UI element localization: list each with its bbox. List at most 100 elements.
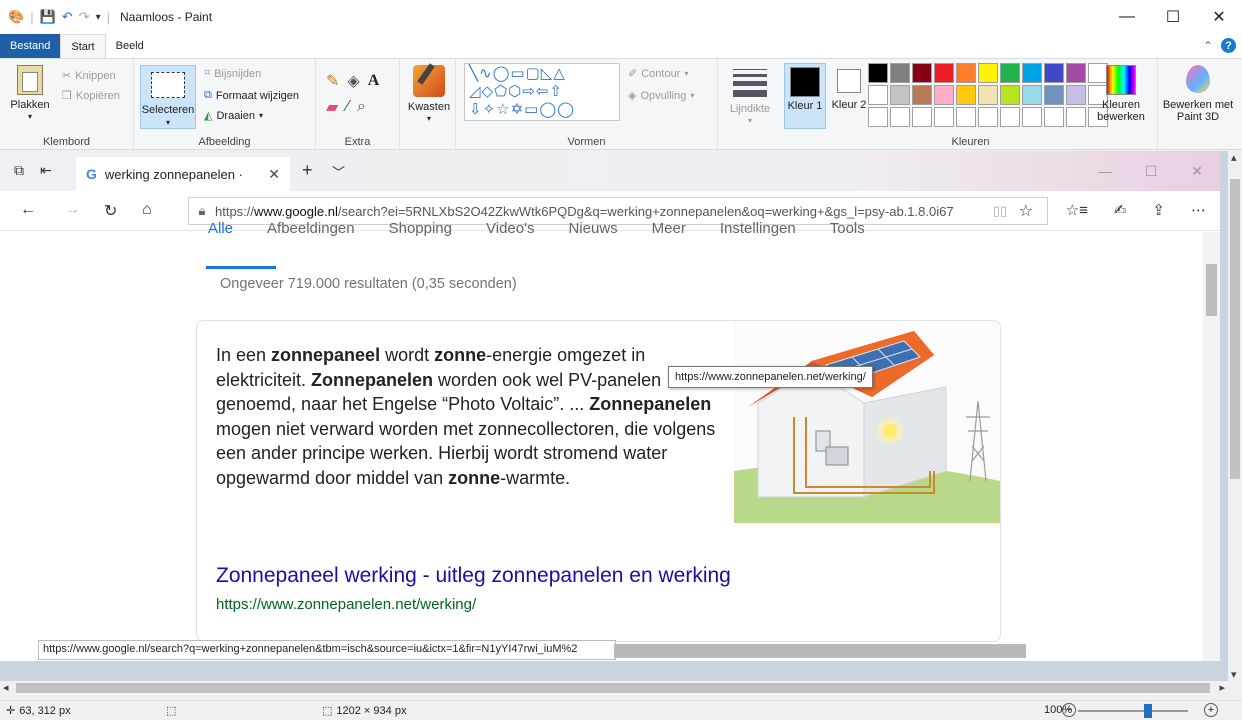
selection-size-icon: ⬚: [166, 705, 177, 717]
crop-button[interactable]: ⌗ Bijsnijden: [204, 67, 261, 80]
palette-swatch[interactable]: [868, 63, 888, 83]
edge-tab: G werking zonnepanelen · ✕: [76, 157, 290, 191]
link-tooltip: https://www.zonnepanelen.net/werking/: [668, 366, 873, 388]
palette-swatch[interactable]: [956, 63, 976, 83]
favorite-star-icon: ☆: [1018, 203, 1033, 220]
undo-icon[interactable]: ↶: [62, 9, 73, 25]
save-icon[interactable]: 💾: [40, 9, 56, 25]
cursor-position-text: 63, 312 px: [19, 704, 71, 717]
custom-color-slot[interactable]: [1044, 107, 1064, 127]
zoom-slider-thumb[interactable]: [1144, 704, 1152, 718]
vertical-scrollbar-thumb[interactable]: [1230, 179, 1240, 479]
edit-colors-button[interactable]: Kleuren bewerken: [1092, 65, 1150, 123]
palette-swatch[interactable]: [934, 85, 954, 105]
palette-swatch[interactable]: [1044, 85, 1064, 105]
paint3d-button[interactable]: Bewerken met Paint 3D: [1160, 65, 1236, 123]
search-tab: Video's: [486, 220, 535, 237]
color2-button[interactable]: Kleur 2: [828, 63, 870, 129]
custom-color-slot[interactable]: [890, 107, 910, 127]
cut-button[interactable]: ✂ Knippen: [62, 69, 116, 83]
custom-color-slot[interactable]: [956, 107, 976, 127]
pencil-icon[interactable]: ✎: [326, 71, 339, 91]
edit-colors-label: Kleuren bewerken: [1097, 99, 1145, 123]
custom-color-slot[interactable]: [1066, 107, 1086, 127]
fill-icon[interactable]: ◈: [347, 71, 359, 91]
color-picker-icon[interactable]: ⁄: [346, 98, 349, 116]
palette-swatch[interactable]: [1000, 85, 1020, 105]
custom-color-slot[interactable]: [868, 107, 888, 127]
tab-start[interactable]: Start: [60, 34, 106, 58]
pasted-image[interactable]: ⧉ ⇤ G werking zonnepanelen · ✕ + ﹀ — ☐ ✕…: [0, 151, 1220, 661]
palette-swatch[interactable]: [1066, 85, 1086, 105]
size-button[interactable]: Lijndikte ▾: [722, 65, 778, 127]
palette-swatch[interactable]: [1022, 63, 1042, 83]
palette-swatch[interactable]: [1066, 63, 1086, 83]
palette-swatch[interactable]: [978, 63, 998, 83]
palette-swatch[interactable]: [1022, 85, 1042, 105]
custom-color-slot[interactable]: [912, 107, 932, 127]
fill-shape-button[interactable]: ◈ Opvulling ▾: [628, 89, 694, 103]
canvas-horizontal-scrollbar[interactable]: ◂ ▸: [0, 681, 1228, 695]
horizontal-scrollbar-thumb[interactable]: [16, 683, 1210, 693]
zoom-out-icon[interactable]: −: [1062, 703, 1076, 717]
canvas-vertical-scrollbar[interactable]: ▴ ▾: [1228, 151, 1242, 681]
palette-swatch[interactable]: [912, 63, 932, 83]
rotate-button[interactable]: ◭ Draaien ▾: [204, 109, 263, 123]
ribbon-right-controls: ⌃ ?: [1203, 38, 1236, 53]
image-size-icon: ⬚: [322, 705, 333, 717]
magnifier-icon[interactable]: ⌕: [357, 98, 366, 116]
palette-swatch[interactable]: [890, 63, 910, 83]
palette-swatch[interactable]: [912, 85, 932, 105]
color1-button[interactable]: Kleur 1: [784, 63, 826, 129]
redo-icon[interactable]: ↷: [79, 9, 90, 25]
palette-swatch[interactable]: [1044, 63, 1064, 83]
canvas-area[interactable]: ⧉ ⇤ G werking zonnepanelen · ✕ + ﹀ — ☐ ✕…: [0, 151, 1228, 681]
zoom-in-icon[interactable]: +: [1204, 703, 1218, 717]
rainbow-icon: [1106, 65, 1136, 95]
text-icon[interactable]: A: [368, 72, 380, 90]
search-tab: Meer: [651, 220, 686, 237]
resize-button[interactable]: ⧉ Formaat wijzigen: [204, 89, 299, 102]
customize-toolbar-icon[interactable]: ▾: [96, 12, 101, 23]
select-label: Selecteren: [141, 104, 195, 116]
selection-size: ⬚: [166, 704, 176, 717]
collapse-ribbon-icon[interactable]: ⌃: [1203, 39, 1213, 53]
tab-list-icon: ⧉: [14, 162, 24, 178]
scroll-down-icon[interactable]: ▾: [1231, 668, 1237, 681]
paste-icon: [17, 65, 43, 95]
custom-color-slot[interactable]: [934, 107, 954, 127]
palette-swatch[interactable]: [1000, 63, 1020, 83]
select-button[interactable]: Selecteren ▾: [140, 65, 196, 129]
separator: |: [106, 9, 110, 25]
scroll-right-icon[interactable]: ▸: [1219, 681, 1225, 694]
outline-button[interactable]: ✐ Contour ▾: [628, 67, 688, 81]
tab-file[interactable]: Bestand: [0, 34, 61, 58]
scroll-left-icon[interactable]: ◂: [3, 681, 9, 694]
paste-button[interactable]: Plakken ▾: [8, 65, 52, 123]
rotate-label: Draaien: [216, 109, 255, 122]
palette-swatch[interactable]: [956, 85, 976, 105]
custom-color-slot[interactable]: [1000, 107, 1020, 127]
crop-icon: ⌗: [204, 67, 211, 79]
palette-swatch[interactable]: [868, 85, 888, 105]
custom-color-slot[interactable]: [978, 107, 998, 127]
brushes-button[interactable]: Kwasten ▾: [406, 63, 452, 125]
help-icon[interactable]: ?: [1221, 38, 1236, 53]
custom-color-slot[interactable]: [1022, 107, 1042, 127]
minimize-button[interactable]: —: [1104, 0, 1150, 34]
shapes-gallery[interactable]: ╲∿◯▭▢◺△ ◿◇⬠⬡⇨⇦⇧ ⇩✧☆✡▭◯◯: [464, 63, 620, 121]
palette-swatch[interactable]: [890, 85, 910, 105]
zoom-slider-track[interactable]: [1078, 710, 1188, 712]
paint-app-icon[interactable]: 🎨: [8, 9, 24, 25]
tab-view[interactable]: Beeld: [106, 34, 154, 58]
brushes-label: Kwasten: [407, 101, 451, 113]
eraser-icon[interactable]: ▰: [326, 97, 338, 117]
palette-swatch[interactable]: [978, 85, 998, 105]
copy-button[interactable]: ❐ Kopiëren: [62, 89, 120, 103]
scroll-up-icon[interactable]: ▴: [1231, 151, 1237, 164]
palette-swatch[interactable]: [934, 63, 954, 83]
maximize-button[interactable]: ☐: [1150, 0, 1196, 34]
edge-maximize-icon: ☐: [1144, 162, 1158, 179]
edge-tab-title: werking zonnepanelen ·: [104, 166, 243, 182]
close-button[interactable]: ✕: [1196, 0, 1242, 34]
